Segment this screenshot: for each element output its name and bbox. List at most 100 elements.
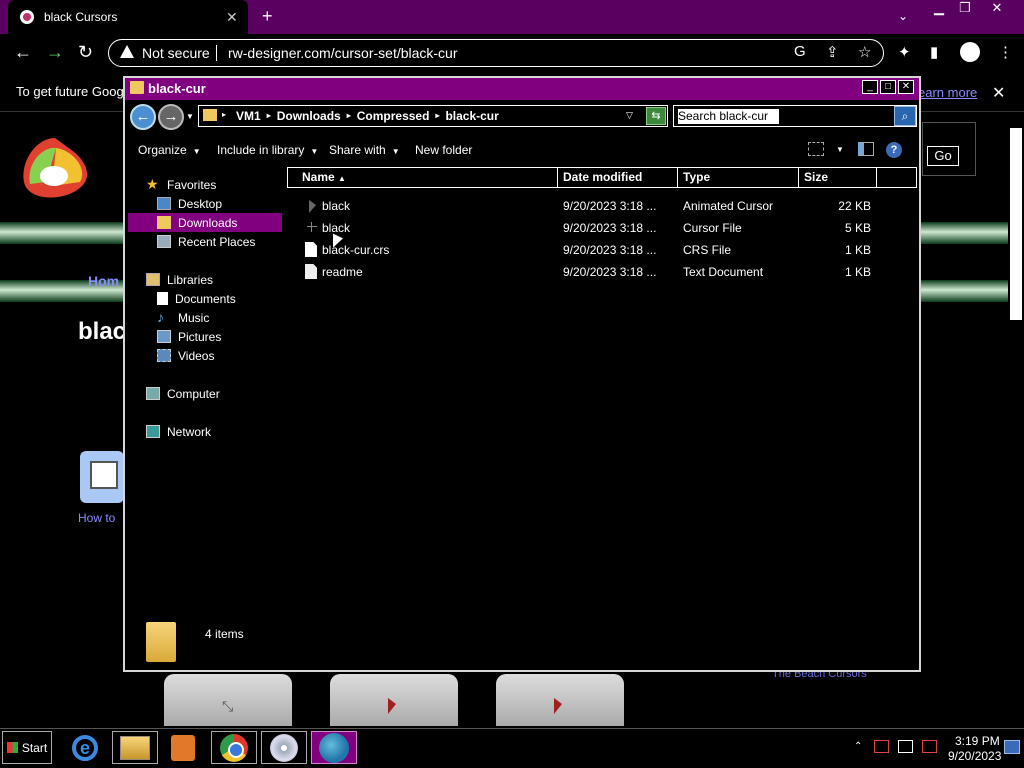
folder-large-icon bbox=[146, 622, 176, 662]
show-desktop-icon[interactable] bbox=[1004, 740, 1020, 754]
nav-downloads[interactable]: Downloads bbox=[157, 213, 237, 232]
network-tray-icon[interactable] bbox=[898, 740, 913, 753]
profile-avatar-icon[interactable] bbox=[960, 42, 980, 62]
bookmark-star-icon[interactable]: ☆ bbox=[858, 43, 871, 61]
taskbar-chrome[interactable] bbox=[211, 731, 257, 764]
column-divider[interactable] bbox=[798, 167, 799, 188]
address-bar[interactable] bbox=[108, 39, 884, 67]
restore-icon[interactable]: ❐ bbox=[950, 0, 980, 18]
breadcrumb-item[interactable]: black-cur bbox=[445, 109, 498, 123]
change-view-icon[interactable] bbox=[808, 142, 824, 156]
view-chevron-icon[interactable]: ▼ bbox=[836, 145, 844, 154]
cursor-preview-button[interactable] bbox=[496, 674, 624, 726]
column-header-size[interactable]: Size bbox=[804, 170, 828, 184]
column-divider[interactable] bbox=[677, 167, 678, 188]
action-center-flag-icon[interactable] bbox=[874, 740, 889, 753]
taskbar-ie[interactable]: e bbox=[62, 731, 108, 764]
tray-expand-chevron-icon[interactable]: ⌃ bbox=[854, 741, 862, 752]
nav-computer[interactable]: Computer bbox=[146, 384, 220, 403]
not-secure-label[interactable]: Not secure bbox=[142, 45, 210, 61]
side-panel-icon[interactable]: ▮ bbox=[930, 43, 938, 61]
resize-diagonal-icon: ⤡ bbox=[222, 698, 234, 714]
taskbar-download-manager[interactable] bbox=[311, 731, 357, 764]
nav-recent-places[interactable]: Recent Places bbox=[157, 232, 255, 251]
file-row[interactable]: black-cur.crs 9/20/2023 3:18 ... CRS Fil… bbox=[287, 239, 917, 261]
howto-link[interactable]: How to bbox=[78, 511, 115, 525]
share-icon[interactable]: ⇪ bbox=[826, 43, 839, 61]
home-link[interactable]: Hom bbox=[88, 273, 119, 289]
new-folder-button[interactable]: New folder bbox=[415, 143, 472, 157]
star-icon: ★ bbox=[146, 176, 159, 192]
taskbar-media-player[interactable] bbox=[160, 731, 206, 764]
nav-favorites[interactable]: ★ Favorites bbox=[146, 175, 216, 194]
taskbar-explorer[interactable] bbox=[112, 731, 158, 764]
close-window-icon[interactable]: ✕ bbox=[982, 0, 1012, 18]
file-size: 1 KB bbox=[844, 243, 871, 257]
nav-libraries[interactable]: Libraries bbox=[146, 270, 213, 289]
column-header-date[interactable]: Date modified bbox=[563, 170, 642, 184]
chevron-down-icon: ▼ bbox=[391, 147, 400, 156]
share-label: Share with bbox=[329, 143, 386, 157]
search-icon[interactable]: ⌕ bbox=[894, 106, 916, 126]
nav-music[interactable]: ♪ Music bbox=[157, 308, 209, 327]
forward-arrow-icon[interactable]: → bbox=[46, 42, 64, 63]
menu-kebab-icon[interactable]: ⋮ bbox=[998, 43, 1013, 61]
scrollbar-thumb[interactable] bbox=[1010, 128, 1022, 320]
warning-icon[interactable] bbox=[120, 45, 134, 58]
start-button[interactable]: Start bbox=[2, 731, 52, 764]
organize-button[interactable]: Organize ▼ bbox=[138, 143, 201, 157]
forward-arrow-icon[interactable]: → bbox=[158, 104, 184, 130]
file-row[interactable]: readme 9/20/2023 3:18 ... Text Document … bbox=[287, 261, 917, 283]
cursor-preview-button[interactable] bbox=[330, 674, 458, 726]
search-input[interactable] bbox=[678, 109, 893, 123]
learn-more-link[interactable]: earn more bbox=[918, 85, 977, 100]
extensions-puzzle-icon[interactable]: ✦ bbox=[898, 43, 911, 61]
file-row[interactable]: black 9/20/2023 3:18 ... Animated Cursor… bbox=[287, 195, 917, 217]
nav-documents[interactable]: Documents bbox=[157, 289, 236, 308]
chevron-right-icon[interactable]: ▸ bbox=[347, 109, 351, 123]
address-dropdown-icon[interactable]: ▽ bbox=[626, 110, 633, 121]
back-arrow-icon[interactable]: ← bbox=[130, 104, 156, 130]
explorer-minimize-icon[interactable]: _ bbox=[862, 80, 878, 94]
reload-icon[interactable]: ↻ bbox=[78, 42, 93, 63]
recent-pages-chevron-icon[interactable]: ▼ bbox=[186, 112, 194, 121]
cursor-preview-button[interactable]: ⤡ bbox=[164, 674, 292, 726]
explorer-maximize-icon[interactable]: □ bbox=[880, 80, 896, 94]
column-divider[interactable] bbox=[876, 167, 877, 188]
breadcrumb-item[interactable]: VM1 bbox=[236, 109, 261, 123]
chevron-right-icon[interactable]: ▸ bbox=[267, 109, 271, 123]
preview-pane-icon[interactable] bbox=[858, 142, 874, 156]
clock-date[interactable]: 9/20/2023 bbox=[948, 749, 1001, 763]
file-row[interactable]: black 9/20/2023 3:18 ... Cursor File 5 K… bbox=[287, 217, 917, 239]
explorer-close-icon[interactable]: ✕ bbox=[898, 80, 914, 94]
breadcrumb-item[interactable]: Compressed bbox=[357, 109, 430, 123]
explorer-title-bar[interactable] bbox=[125, 78, 919, 100]
column-divider[interactable] bbox=[557, 167, 558, 188]
nav-desktop[interactable]: Desktop bbox=[157, 194, 222, 213]
column-header-name[interactable]: Name ▲ bbox=[302, 170, 346, 184]
go-button[interactable]: Go bbox=[927, 146, 959, 166]
volume-muted-icon[interactable] bbox=[922, 740, 937, 753]
url-text[interactable]: rw-designer.com/cursor-set/black-cur bbox=[228, 45, 458, 61]
nav-pictures[interactable]: Pictures bbox=[157, 327, 221, 346]
tab-search-chevron-icon[interactable]: ⌄ bbox=[898, 9, 908, 23]
browser-tab[interactable]: black Cursors bbox=[8, 0, 248, 34]
nav-videos[interactable]: Videos bbox=[157, 346, 214, 365]
column-header-type[interactable]: Type bbox=[683, 170, 710, 184]
file-name: black bbox=[322, 199, 351, 213]
new-tab-plus-icon[interactable]: + bbox=[262, 6, 273, 27]
save-floppy-icon[interactable] bbox=[80, 451, 124, 503]
help-icon[interactable]: ? bbox=[886, 142, 902, 158]
taskbar-dvd[interactable] bbox=[261, 731, 307, 764]
refresh-icon[interactable]: ⇆ bbox=[646, 107, 666, 125]
clock-time[interactable]: 3:19 PM bbox=[955, 734, 1000, 748]
nav-network[interactable]: Network bbox=[146, 422, 211, 441]
back-arrow-icon[interactable]: ← bbox=[14, 42, 32, 63]
include-in-library-button[interactable]: Include in library ▼ bbox=[217, 143, 318, 157]
share-with-button[interactable]: Share with ▼ bbox=[329, 143, 400, 157]
info-bar-close-icon[interactable]: ✕ bbox=[992, 83, 1005, 103]
breadcrumb-item[interactable]: Downloads bbox=[277, 109, 341, 123]
tab-close-icon[interactable]: ✕ bbox=[226, 9, 238, 26]
google-lens-icon[interactable]: G bbox=[794, 43, 806, 60]
chevron-right-icon[interactable]: ▸ bbox=[435, 109, 439, 123]
